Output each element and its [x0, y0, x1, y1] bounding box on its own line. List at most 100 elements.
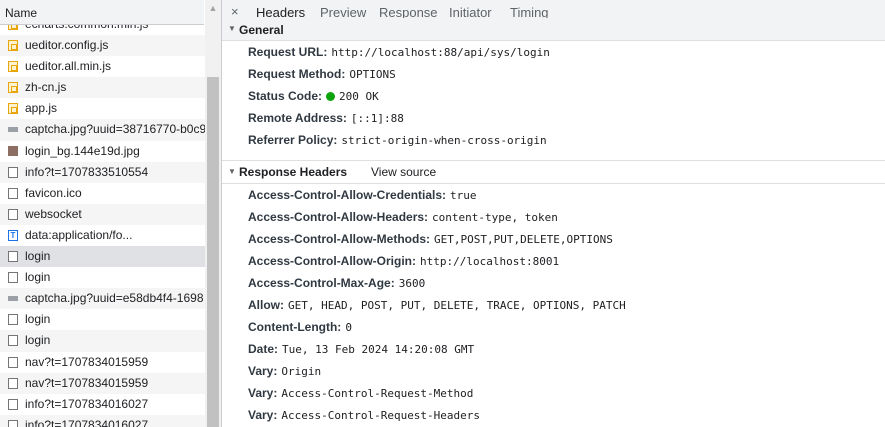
request-row[interactable]: nav?t=1707834015959: [0, 372, 205, 394]
header-value[interactable]: GET, HEAD, POST, PUT, DELETE, TRACE, OPT…: [288, 299, 626, 312]
header-value[interactable]: Origin: [281, 365, 321, 378]
request-name: websocket: [25, 206, 82, 221]
request-name: ueditor.all.min.js: [25, 59, 112, 74]
request-row[interactable]: login: [0, 267, 205, 288]
header-key: Request URL:: [248, 45, 328, 59]
document-icon: [8, 398, 18, 410]
request-row[interactable]: login_bg.144e19d.jpg: [0, 141, 205, 162]
response-headers-title: Response Headers: [239, 165, 348, 179]
request-row[interactable]: login: [0, 309, 205, 330]
request-name: login: [25, 333, 51, 348]
view-source-link[interactable]: View source: [371, 165, 436, 179]
header-row: Vary: Origin: [248, 364, 321, 382]
name-column-label: Name: [5, 6, 38, 20]
request-name: favicon.ico: [25, 185, 82, 200]
request-row[interactable]: nav?t=1707834015959: [0, 352, 205, 373]
request-rows: echarts.common.min.jsueditor.config.jsue…: [0, 14, 205, 427]
request-name: info?t=1707834016027: [25, 396, 149, 411]
header-row: Access-Control-Allow-Methods: GET,POST,PU…: [248, 232, 613, 250]
header-row: Request URL: http://localhost:88/api/sys/…: [248, 45, 550, 63]
header-key: Access-Control-Allow-Credentials:: [248, 188, 447, 202]
request-name: info?t=1707834016027: [25, 417, 149, 427]
header-row: Date: Tue, 13 Feb 2024 14:20:08 GMT: [248, 342, 474, 360]
request-row[interactable]: login: [0, 246, 205, 268]
request-name: login: [25, 249, 51, 264]
header-value[interactable]: [::1]:88: [351, 112, 404, 125]
header-key: Access-Control-Allow-Methods:: [248, 232, 431, 246]
scrollbar-thumb[interactable]: [207, 77, 219, 427]
request-row[interactable]: info?t=1707834016027: [0, 394, 205, 415]
request-name: login_bg.144e19d.jpg: [25, 143, 140, 158]
request-name: data:application/fo...: [25, 227, 133, 242]
header-value[interactable]: Tue, 13 Feb 2024 14:20:08 GMT: [282, 343, 474, 356]
header-key: Referrer Policy:: [248, 133, 338, 147]
header-value[interactable]: Access-Control-Request-Headers: [281, 409, 480, 422]
scroll-up-arrow-icon[interactable]: ▲: [205, 0, 221, 16]
header-value[interactable]: 3600: [399, 277, 426, 290]
general-section-header[interactable]: ▼ General: [222, 18, 885, 41]
header-key: Status Code:: [248, 89, 323, 103]
document-icon: [8, 377, 18, 389]
close-icon[interactable]: ×: [231, 4, 239, 19]
js-file-icon: [8, 82, 18, 94]
request-row[interactable]: login: [0, 330, 205, 352]
header-value[interactable]: OPTIONS: [349, 68, 395, 81]
request-row[interactable]: favicon.ico: [0, 183, 205, 204]
document-icon: [8, 272, 18, 284]
header-row: Status Code: 200 OK: [248, 89, 379, 107]
network-request-list: echarts.common.min.jsueditor.config.jsue…: [0, 0, 222, 427]
header-row: Access-Control-Allow-Headers: content-typ…: [248, 210, 558, 228]
header-key: Access-Control-Max-Age:: [248, 276, 395, 290]
request-name: info?t=1707833510554: [25, 164, 149, 179]
request-name: login: [25, 312, 51, 327]
header-value[interactable]: http://localhost:8001: [420, 255, 559, 268]
header-key: Content-Length:: [248, 320, 342, 334]
document-icon: [8, 314, 18, 326]
header-row: Access-Control-Max-Age: 3600: [248, 276, 425, 294]
header-key: Access-Control-Allow-Headers:: [248, 210, 429, 224]
general-section-title: General: [239, 23, 284, 37]
header-value[interactable]: true: [450, 189, 477, 202]
js-file-icon: [8, 61, 18, 73]
header-row: Vary: Access-Control-Request-Method: [248, 386, 473, 404]
header-value[interactable]: Access-Control-Request-Method: [281, 387, 473, 400]
header-value[interactable]: GET,POST,PUT,DELETE,OPTIONS: [434, 233, 613, 246]
header-row: Content-Length: 0: [248, 320, 352, 338]
header-value[interactable]: 200 OK: [339, 90, 379, 103]
document-icon: [8, 166, 18, 178]
header-key: Access-Control-Allow-Origin:: [248, 254, 417, 268]
header-row: Access-Control-Allow-Credentials: true: [248, 188, 477, 206]
request-name: zh-cn.js: [25, 80, 67, 95]
request-row[interactable]: captcha.jpg?uuid=38716770-b0c9: [0, 119, 205, 141]
header-value[interactable]: http://localhost:88/api/sys/login: [331, 46, 550, 59]
header-key: Vary:: [248, 408, 278, 422]
request-row[interactable]: captcha.jpg?uuid=e58db4f4-1698: [0, 288, 205, 310]
request-row[interactable]: zh-cn.js: [0, 77, 205, 99]
header-key: Vary:: [248, 386, 278, 400]
name-column-header[interactable]: Name: [0, 0, 204, 25]
header-row: Request Method: OPTIONS: [248, 67, 396, 85]
request-row[interactable]: websocket: [0, 203, 205, 225]
request-row[interactable]: Tdata:application/fo...: [0, 225, 205, 246]
response-headers-section-header[interactable]: ▼ Response Headers View source: [222, 160, 885, 184]
request-list-scrollbar[interactable]: ▲: [205, 0, 221, 427]
header-value[interactable]: strict-origin-when-cross-origin: [341, 134, 546, 147]
document-icon: [8, 208, 18, 220]
status-success-dot-icon: [326, 92, 336, 101]
js-file-icon: [8, 40, 18, 52]
request-row[interactable]: app.js: [0, 98, 205, 119]
header-value[interactable]: content-type, token: [432, 211, 558, 224]
request-name: nav?t=1707834015959: [25, 354, 149, 369]
header-value[interactable]: 0: [345, 321, 352, 334]
expand-triangle-icon: ▼: [228, 24, 236, 33]
request-row[interactable]: info?t=1707833510554: [0, 161, 205, 183]
document-icon: [8, 335, 18, 347]
document-icon: [8, 251, 18, 263]
header-row: Referrer Policy: strict-origin-when-cross…: [248, 133, 547, 151]
header-key: Vary:: [248, 364, 278, 378]
request-row[interactable]: info?t=1707834016027: [0, 414, 205, 427]
request-name: captcha.jpg?uuid=38716770-b0c9: [25, 122, 205, 137]
image-file-icon: [8, 296, 18, 302]
request-row[interactable]: ueditor.all.min.js: [0, 56, 205, 77]
request-row[interactable]: ueditor.config.js: [0, 35, 205, 57]
